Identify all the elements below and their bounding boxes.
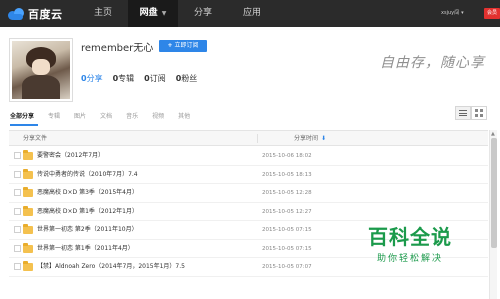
subscribe-label: 立即订阅 [174, 42, 199, 49]
share-time: 2015-10-05 18:13 [262, 171, 312, 178]
stat-fans[interactable]: 0 粉丝 [176, 73, 198, 84]
row-checkbox[interactable] [14, 244, 21, 252]
tab-music[interactable]: 音乐 [126, 110, 138, 124]
tab-all-shares[interactable]: 全部分享 [10, 110, 34, 124]
table-row[interactable]: 恶魔高校 D×D 第3季（2015年4月） 2015-10-05 12:28 [9, 184, 488, 203]
user-menu[interactable]: xsjuy闯 ▾ [441, 0, 464, 27]
nav-item-apps[interactable]: 应用 [228, 0, 276, 27]
table-row[interactable]: 要警密会（2012年7月） 2015-10-06 18:02 [9, 147, 488, 166]
row-checkbox[interactable] [14, 226, 21, 233]
nav-label: 分享 [193, 8, 212, 18]
nav-item-netdisk[interactable]: 网盘 ▼ [128, 0, 178, 27]
avatar [9, 38, 73, 102]
file-name[interactable]: 传说中勇者的传说（2010年7月）7.4 [37, 166, 138, 184]
view-toggle [455, 106, 487, 120]
tab-albums[interactable]: 专辑 [48, 110, 60, 124]
slogan: 自由存，随心享 [380, 55, 485, 71]
table-header: 分享文件 分享时间 ⬇ [9, 130, 488, 146]
share-time: 2015-10-06 18:02 [262, 153, 312, 159]
category-tabs: 全部分享 专辑 图片 文档 音乐 视频 其他 [10, 110, 204, 124]
tab-documents[interactable]: 文档 [100, 110, 112, 124]
watermark-title: 百科全说 [368, 225, 452, 249]
scrollbar[interactable]: ▲ [489, 130, 497, 299]
table-row[interactable]: 恶魔高校 D×D 第1季（2012年1月） 2015-10-05 12:27 [9, 203, 488, 221]
row-checkbox[interactable] [14, 263, 21, 270]
nav-label: 主页 [93, 8, 112, 18]
folder-icon [23, 168, 33, 179]
file-name[interactable]: 要警密会（2012年7月） [37, 147, 104, 165]
caret-down-icon: ▼ [161, 10, 167, 17]
watermark: 百科全说 助你轻松解决 [345, 226, 475, 264]
list-icon [459, 110, 467, 116]
table-row[interactable]: 传说中勇者的传说（2010年7月）7.4 2015-10-05 18:13 [9, 166, 488, 184]
column-header-file[interactable]: 分享文件 [23, 131, 47, 146]
profile-stats: 0 分享 0 专辑 0 订阅 0 粉丝 [81, 73, 207, 84]
folder-icon [23, 261, 33, 271]
file-name[interactable]: 恶魔高校 D×D 第3季（2015年4月） [37, 184, 138, 202]
cloud-logo-icon [8, 7, 24, 20]
file-name[interactable]: 世界第一初恋 第2季（2011年10月） [37, 221, 138, 239]
plus-icon: + [167, 42, 173, 49]
tab-other[interactable]: 其他 [178, 110, 190, 124]
stat-shares[interactable]: 0 分享 [81, 73, 103, 84]
share-time: 2015-10-05 12:27 [262, 208, 312, 215]
stat-label: 分享 [86, 74, 103, 83]
nav-item-home[interactable]: 主页 [78, 0, 128, 27]
scroll-up-icon[interactable]: ▲ [491, 131, 495, 137]
share-time: 2015-10-05 07:07 [262, 264, 312, 270]
subscribe-button[interactable]: + 立即订阅 [159, 40, 207, 52]
share-time: 2015-10-05 07:15 [262, 227, 312, 233]
file-name[interactable]: 恶魔高校 D×D 第1季（2012年1月） [37, 203, 138, 221]
grid-view-button[interactable] [471, 106, 487, 120]
logo[interactable]: 百度云 [8, 5, 63, 22]
row-checkbox[interactable] [14, 189, 21, 196]
file-name[interactable]: 【禁】Aldnoah Zero（2014年7月，2015年1月）7.5 [37, 258, 185, 276]
vip-badge[interactable]: 会员 [484, 8, 500, 19]
column-time-label: 分享时间 [294, 135, 319, 142]
row-checkbox[interactable] [14, 207, 21, 215]
nav-item-share[interactable]: 分享 [178, 0, 228, 27]
top-nav: 百度云 主页 网盘 ▼ 分享 应用 xsjuy闯 ▾ 会员 [0, 0, 500, 27]
stat-subscriptions[interactable]: 0 订阅 [144, 73, 166, 84]
folder-icon [23, 242, 33, 253]
user-name: xsjuy闯 [441, 10, 460, 16]
grid-icon [475, 109, 483, 117]
watermark-subtitle: 助你轻松解决 [376, 254, 443, 264]
folder-icon [23, 150, 33, 160]
column-divider [257, 134, 258, 143]
stat-albums[interactable]: 0 专辑 [113, 73, 135, 84]
share-time: 2015-10-05 12:28 [262, 190, 312, 196]
column-header-time[interactable]: 分享时间 ⬇ [294, 131, 326, 146]
sort-down-icon: ⬇ [321, 135, 327, 142]
tab-videos[interactable]: 视频 [152, 110, 164, 124]
caret-down-icon: ▾ [461, 10, 464, 16]
stat-label: 粉丝 [181, 74, 198, 83]
file-name[interactable]: 世界第一初恋 第1季（2011年4月） [37, 240, 134, 258]
row-checkbox[interactable] [14, 152, 21, 159]
scroll-thumb[interactable] [491, 138, 497, 248]
share-time: 2015-10-05 07:15 [262, 245, 312, 252]
nav-label: 应用 [242, 8, 261, 18]
folder-icon [23, 187, 33, 197]
stat-label: 订阅 [149, 74, 166, 83]
stat-label: 专辑 [118, 74, 135, 83]
tab-images[interactable]: 图片 [74, 110, 86, 124]
profile-username: remember无心 [81, 43, 154, 54]
active-tab-indicator [10, 124, 38, 126]
list-view-button[interactable] [455, 106, 471, 120]
folder-icon [23, 205, 33, 216]
row-checkbox[interactable] [14, 170, 21, 178]
nav-label: 网盘 [139, 8, 158, 18]
folder-icon [23, 224, 33, 234]
logo-text: 百度云 [28, 7, 63, 21]
